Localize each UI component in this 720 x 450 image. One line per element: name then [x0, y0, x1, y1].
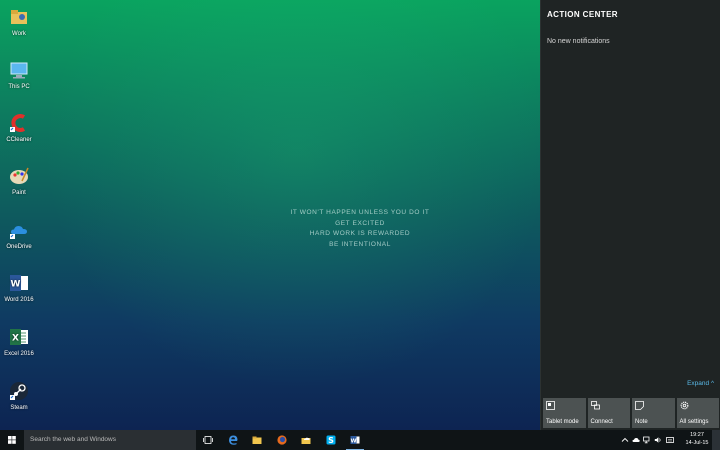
no-notifications-message: No new notifications [547, 38, 610, 45]
search-box[interactable]: Search the web and Windows [24, 430, 196, 450]
svg-text:W: W [350, 438, 356, 444]
folder-icon [8, 6, 30, 28]
desktop-icon-ccleaner[interactable]: CCleaner [2, 112, 36, 144]
taskbar-onedrive-folder[interactable] [294, 430, 318, 450]
desktop-icon-label: Excel 2016 [4, 351, 34, 357]
taskbar-file-explorer[interactable] [245, 430, 269, 450]
action-center-panel: ACTION CENTER No new notifications Expan… [540, 0, 720, 430]
desktop-icon-excel[interactable]: X Excel 2016 [2, 326, 36, 358]
tile-tablet-mode[interactable]: Tablet mode [543, 398, 586, 428]
tile-label: Note [635, 419, 648, 425]
connect-icon [590, 401, 600, 410]
taskbar: Search the web and Windows S W 19:27 14-… [0, 430, 720, 450]
desktop[interactable]: Work This PC CCleaner Paint OneDrive W W… [0, 0, 540, 430]
desktop-icon-this-pc[interactable]: This PC [2, 59, 36, 91]
onedrive-folder-icon [301, 437, 311, 444]
tile-note[interactable]: Note [632, 398, 675, 428]
keyboard-icon[interactable] [666, 436, 674, 444]
quote-line: BE INTENTIONAL [329, 240, 391, 248]
paint-icon [8, 165, 30, 187]
steam-icon [8, 380, 30, 402]
network-icon[interactable] [643, 436, 651, 444]
desktop-icon-label: This PC [8, 84, 30, 90]
taskbar-clock[interactable]: 19:27 14-Jul-15 [683, 432, 711, 447]
desktop-icon-word[interactable]: W Word 2016 [2, 272, 36, 304]
chevron-up-icon[interactable] [621, 436, 629, 444]
desktop-icon-label: OneDrive [6, 244, 32, 250]
desktop-icon-label: CCleaner [6, 137, 32, 143]
desktop-icon-paint[interactable]: Paint [2, 165, 36, 197]
desktop-icon-label: Paint [12, 190, 26, 196]
firefox-icon [277, 435, 287, 445]
settings-icon [680, 401, 689, 410]
onedrive-icon [8, 219, 30, 241]
taskbar-word[interactable]: W [343, 430, 367, 450]
expand-link[interactable]: Expand ^ [687, 380, 714, 387]
onedrive-tray-icon[interactable] [632, 436, 640, 444]
clock-time: 19:27 [690, 432, 704, 438]
tile-label: Connect [590, 419, 613, 425]
taskbar-firefox[interactable] [270, 430, 294, 450]
desktop-icon-label: Steam [10, 405, 28, 411]
taskbar-edge[interactable] [221, 430, 245, 450]
windows-logo-icon [8, 436, 16, 444]
edge-icon [229, 435, 238, 445]
word-icon: W [350, 436, 360, 444]
task-view-button[interactable] [196, 430, 220, 450]
note-icon [635, 401, 644, 410]
desktop-icon-onedrive[interactable]: OneDrive [2, 219, 36, 251]
tile-all-settings[interactable]: All settings [676, 398, 719, 428]
task-view-icon [203, 436, 213, 444]
svg-text:W: W [11, 280, 21, 290]
ccleaner-icon [8, 112, 30, 134]
skype-icon: S [326, 435, 336, 445]
taskbar-skype[interactable]: S [319, 430, 343, 450]
tile-label: Tablet mode [546, 419, 579, 425]
start-button[interactable] [0, 430, 24, 450]
quote-line: GET EXCITED [335, 219, 385, 227]
clock-date: 14-Jul-15 [685, 439, 709, 446]
tile-label: All settings [679, 419, 709, 425]
action-center-button[interactable] [712, 430, 720, 450]
tablet-mode-icon [546, 401, 555, 410]
file-explorer-icon [252, 436, 262, 444]
wallpaper-quote: IT WON'T HAPPEN UNLESS YOU DO IT GET EXC… [260, 208, 460, 250]
svg-text:X: X [12, 334, 19, 344]
svg-text:S: S [328, 436, 334, 445]
desktop-icon-steam[interactable]: Steam [2, 380, 36, 412]
volume-icon[interactable] [654, 436, 662, 444]
word-icon: W [8, 272, 30, 294]
quote-line: IT WON'T HAPPEN UNLESS YOU DO IT [290, 209, 430, 216]
excel-icon: X [8, 326, 30, 348]
tile-connect[interactable]: Connect [587, 398, 630, 428]
quote-line: HARD WORK IS REWARDED [309, 230, 411, 237]
desktop-icon-label: Word 2016 [4, 297, 34, 303]
action-center-title: ACTION CENTER [547, 10, 618, 19]
desktop-icon-label: Work [12, 31, 26, 37]
computer-icon [8, 59, 30, 81]
desktop-icon-work[interactable]: Work [2, 6, 36, 38]
quick-action-tiles: Tablet mode Connect Note All settings [543, 398, 719, 428]
